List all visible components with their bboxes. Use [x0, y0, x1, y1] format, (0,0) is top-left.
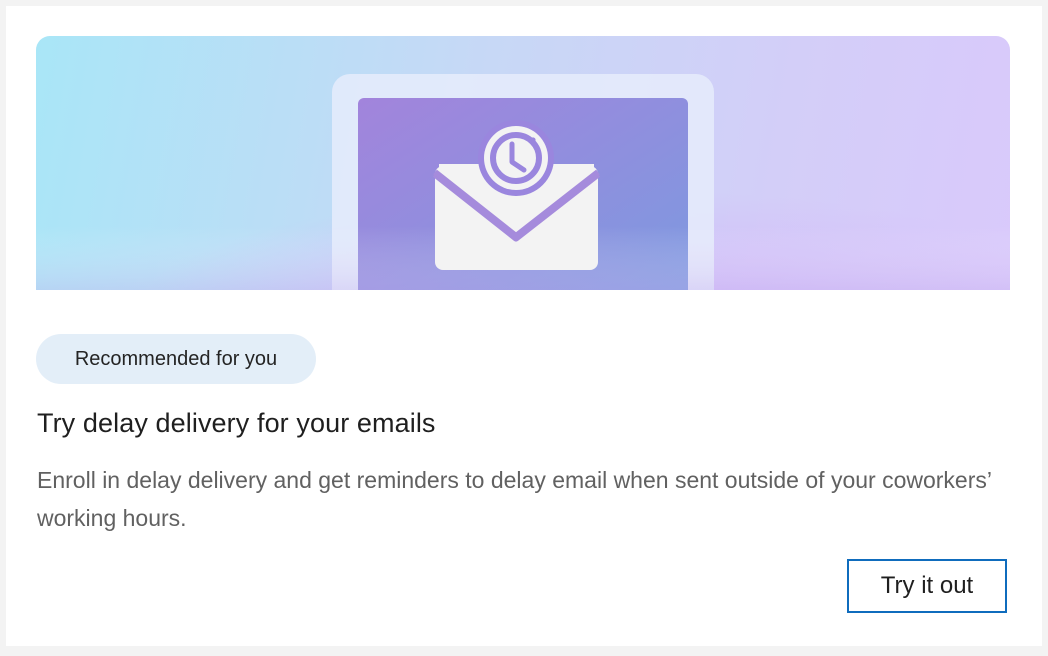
recommended-badge-label: Recommended for you — [74, 347, 278, 370]
card-description: Enroll in delay delivery and get reminde… — [37, 467, 992, 531]
clock-icon — [478, 120, 554, 196]
recommended-badge: Recommended for you — [36, 334, 316, 384]
card-title: Try delay delivery for your emails — [37, 408, 436, 438]
try-it-out-button[interactable]: Try it out — [847, 559, 1007, 613]
recommendation-card: Recommended for you Try delay delivery f… — [6, 6, 1042, 646]
hero-illustration — [36, 36, 1010, 290]
hero-illustration-graphic — [36, 74, 1010, 290]
